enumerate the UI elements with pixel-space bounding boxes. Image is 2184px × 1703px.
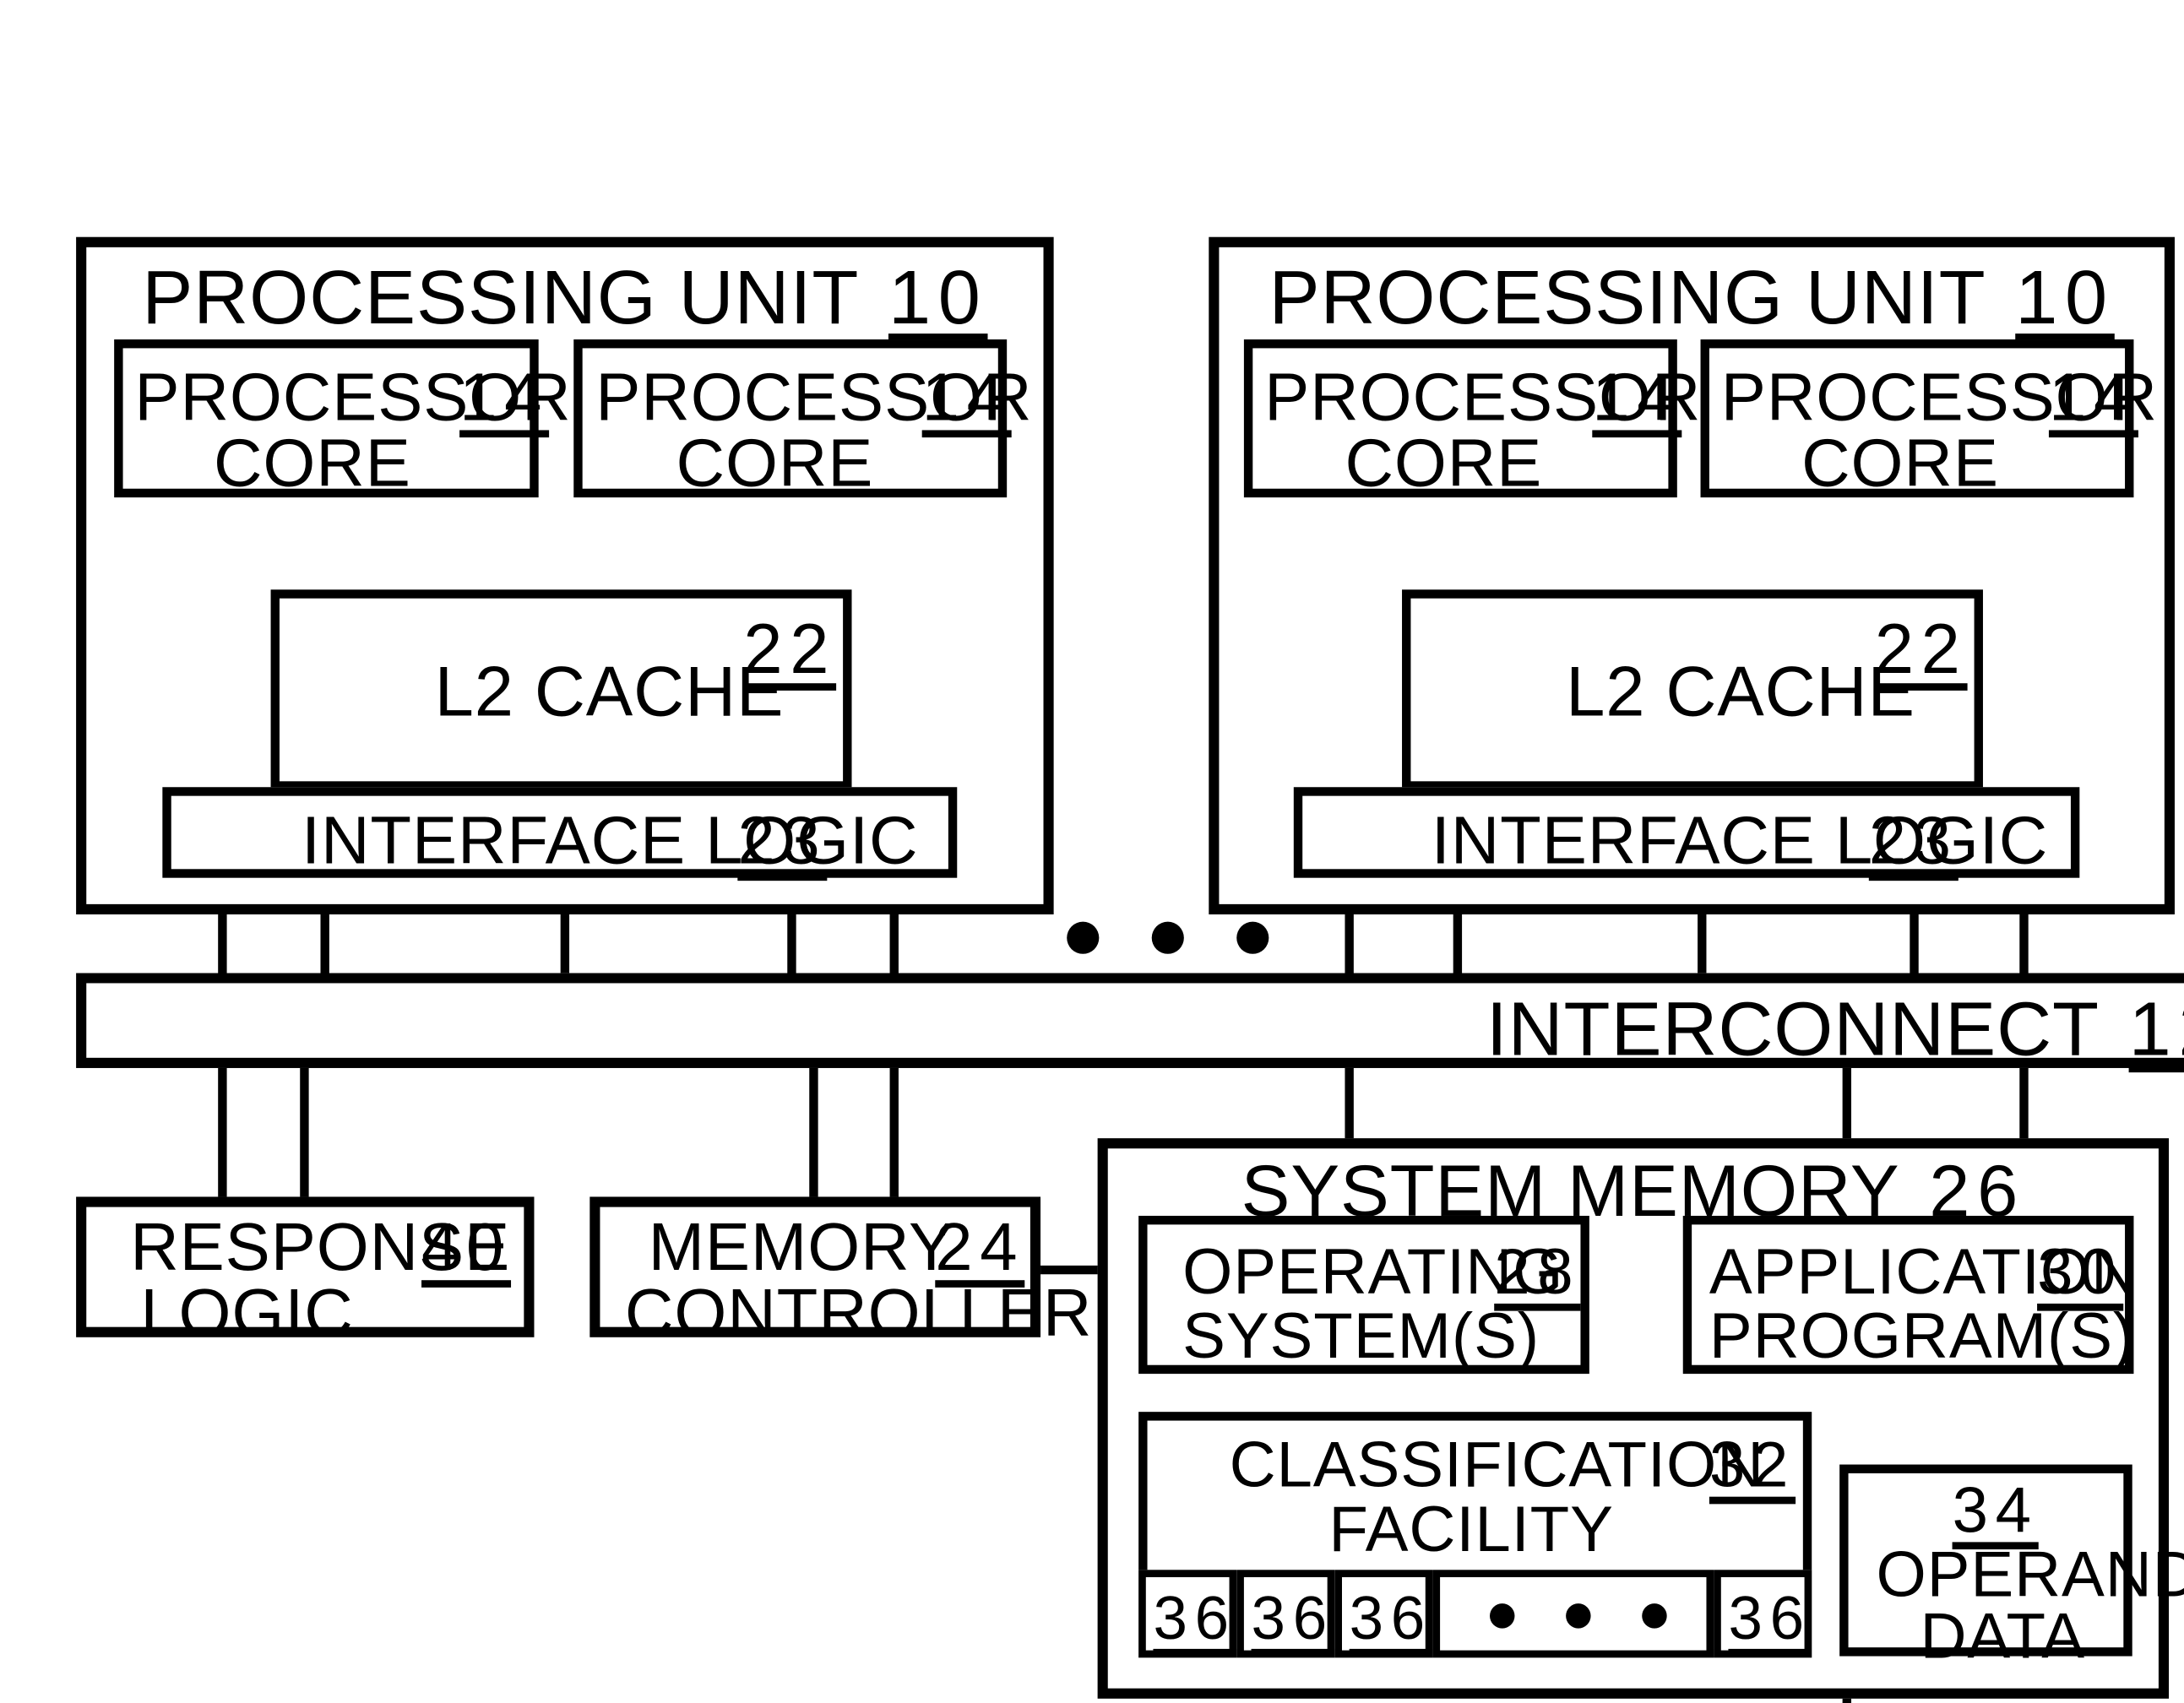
- classification-entry-last-ref: 36: [1728, 1582, 1812, 1652]
- processor-core-right-2-label-line2: CORE: [1801, 424, 1999, 501]
- processor-core-left-2-label-line2: CORE: [676, 424, 874, 501]
- l2-cache-right-ref: 22: [1874, 611, 1968, 690]
- processing-unit-left-title: PROCESSING UNIT: [142, 256, 860, 341]
- ellipsis-dot: [1151, 921, 1184, 954]
- interconnect-label-row: INTERCONNECT 12: [76, 988, 2184, 1075]
- interface-logic-left-ref: 23: [737, 801, 828, 878]
- application-programs-label-line2: PROGRAM(S): [1709, 1300, 2136, 1373]
- classification-entry-1-ref: 36: [1153, 1582, 1236, 1652]
- operating-system-ref: 28: [1494, 1236, 1581, 1309]
- processing-unit-right-title-row: PROCESSING UNIT 10: [1209, 256, 2175, 343]
- processor-core-left-1-label-line2: CORE: [213, 424, 411, 501]
- processor-core-right-1-ref: 14: [1592, 358, 1682, 435]
- processor-core-right-2-ref: 14: [2048, 358, 2138, 435]
- memory-controller-label-line2: CONTROLLER: [624, 1274, 1093, 1351]
- ellipsis-dot: [1236, 921, 1269, 954]
- patent-figure: 8 PROCESSING UNIT 10 PROCESSOR 14 CORE P…: [0, 0, 2184, 1703]
- processor-core-right-1-label-line2: CORE: [1345, 424, 1543, 501]
- classification-facility-label-line1: CLASSIFICATION: [1229, 1429, 1765, 1501]
- classification-facility-label-line2: FACILITY: [1328, 1494, 1614, 1566]
- processor-core-left-1-ref: 14: [459, 358, 550, 435]
- classification-entry-2-ref: 36: [1251, 1582, 1334, 1652]
- processor-core-left-2-ref: 14: [921, 358, 1012, 435]
- ellipsis-dot: [1566, 1603, 1591, 1629]
- l2-cache-left-ref: 22: [743, 611, 837, 690]
- processing-unit-right-title: PROCESSING UNIT: [1269, 256, 1986, 341]
- operand-data-ref: 34: [1952, 1474, 2039, 1547]
- operating-system-label-line2: SYSTEM(S): [1182, 1300, 1540, 1373]
- classification-entry-3-ref: 36: [1349, 1582, 1432, 1652]
- processing-unit-left-title-row: PROCESSING UNIT 10: [76, 256, 1054, 343]
- l2-cache-left-label: L2 CACHE: [434, 654, 785, 732]
- ellipsis-dot: [1067, 921, 1100, 954]
- interconnect-label: INTERCONNECT: [1486, 987, 2100, 1073]
- classification-facility-ref: 32: [1709, 1429, 1796, 1501]
- ellipsis-between-processing-units: [1067, 921, 1269, 954]
- ellipsis-dot: [1490, 1603, 1515, 1629]
- l2-cache-right-label: L2 CACHE: [1566, 654, 1915, 732]
- classification-entries-ellipsis: [1490, 1603, 1667, 1629]
- processing-unit-right-ref: 10: [2015, 256, 2115, 341]
- response-logic-label-line2: LOGIC: [140, 1274, 354, 1351]
- interconnect-ref: 12: [2128, 987, 2184, 1073]
- operand-data-label-line2: DATA: [1920, 1600, 2085, 1673]
- ellipsis-dot: [1642, 1603, 1667, 1629]
- processing-unit-left-ref: 10: [888, 256, 988, 341]
- interface-logic-right-ref: 23: [1868, 801, 1959, 878]
- response-logic-ref: 40: [421, 1208, 512, 1285]
- application-programs-ref: 30: [2037, 1236, 2124, 1309]
